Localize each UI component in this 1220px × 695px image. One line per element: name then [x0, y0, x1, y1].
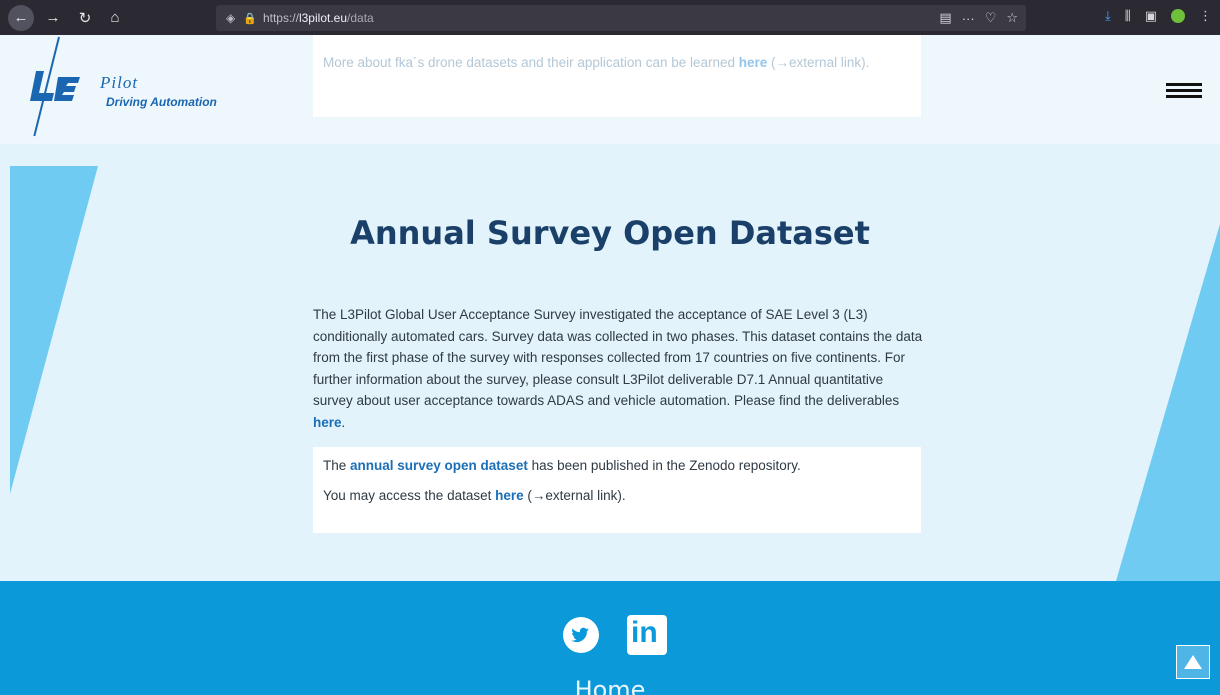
logo-pilot-text: Pilot [100, 73, 139, 92]
arrow-up-icon [1184, 655, 1202, 669]
url-host: l3pilot.eu [298, 11, 348, 25]
address-bar[interactable]: ◈ 🔒 https://l3pilot.eu/data ▤ ··· ♡ ☆ [216, 5, 1026, 31]
deliverables-here-link[interactable]: here [313, 415, 342, 430]
home-button[interactable]: ⌂ [102, 5, 128, 31]
info-suffix: has been published in the Zenodo reposit… [527, 458, 801, 473]
downloads-icon[interactable]: ⤓ [1105, 8, 1111, 24]
url-scheme: https:// [262, 11, 299, 25]
drone-here-link[interactable]: here [739, 55, 768, 70]
reload-button[interactable]: ↻ [72, 5, 98, 31]
pocket-icon[interactable]: ♡ [985, 10, 997, 26]
site-header: Pilot Driving Automation More about fka´… [0, 35, 1220, 144]
menu-bar [1166, 95, 1202, 98]
description-text: The L3Pilot Global User Acceptance Surve… [313, 307, 923, 408]
menu-button[interactable] [1166, 83, 1202, 101]
page-actions-icon[interactable]: ··· [962, 11, 975, 26]
sidebar-icon[interactable]: ▣ [1145, 8, 1157, 24]
dataset-link[interactable]: annual survey open dataset [350, 458, 528, 473]
description-end: . [341, 414, 346, 430]
extension-icon[interactable] [1171, 9, 1185, 23]
drone-text: More about fka´s drone datasets and thei… [323, 55, 739, 70]
access-prefix: You may access the dataset [323, 488, 496, 503]
survey-description: The L3Pilot Global User Acceptance Surve… [313, 304, 923, 433]
site-logo[interactable]: Pilot Driving Automation [28, 36, 218, 137]
drone-suffix: (→external link). [767, 55, 870, 70]
browser-toolbar: ← → ↻ ⌂ ◈ 🔒 https://l3pilot.eu/data ▤ ··… [0, 0, 1220, 35]
menu-icon[interactable]: ⋮ [1199, 8, 1212, 24]
back-button[interactable]: ← [8, 4, 34, 31]
linkedin-icon[interactable]: in [627, 615, 667, 655]
drone-dataset-card: More about fka´s drone datasets and thei… [313, 35, 921, 117]
access-line: You may access the dataset here (→extern… [323, 485, 911, 506]
logo-subtitle: Driving Automation [106, 95, 217, 109]
info-prefix: The [323, 458, 351, 473]
page-title: Annual Survey Open Dataset [350, 214, 870, 252]
forward-button[interactable]: → [40, 5, 66, 31]
site-footer: in Home [0, 581, 1220, 695]
left-decor-wedge [10, 166, 98, 494]
shield-icon: ◈ [226, 11, 236, 25]
access-here-link[interactable]: here [495, 488, 524, 503]
library-icon[interactable]: ⫼ [1125, 8, 1131, 24]
lock-icon: 🔒 [243, 12, 257, 25]
scroll-to-top-button[interactable] [1176, 645, 1210, 679]
social-links: in [563, 615, 667, 655]
bookmark-star-icon[interactable]: ☆ [1006, 10, 1018, 26]
reader-view-icon[interactable]: ▤ [939, 10, 951, 26]
url-path: /data [347, 11, 374, 25]
zenodo-line: The annual survey open dataset has been … [323, 455, 911, 476]
access-suffix: (→external link). [523, 488, 626, 503]
menu-bar [1166, 83, 1202, 86]
annual-survey-section: Annual Survey Open Dataset The L3Pilot G… [0, 144, 1220, 581]
page: Pilot Driving Automation More about fka´… [0, 35, 1220, 695]
menu-bar [1166, 89, 1202, 92]
l3-logo-icon [30, 71, 80, 101]
right-decor-wedge [1116, 224, 1220, 581]
linkedin-text: in [631, 616, 658, 649]
twitter-icon[interactable] [563, 617, 599, 653]
footer-home-link[interactable]: Home [0, 676, 1220, 695]
dataset-info-card: The annual survey open dataset has been … [313, 447, 921, 533]
